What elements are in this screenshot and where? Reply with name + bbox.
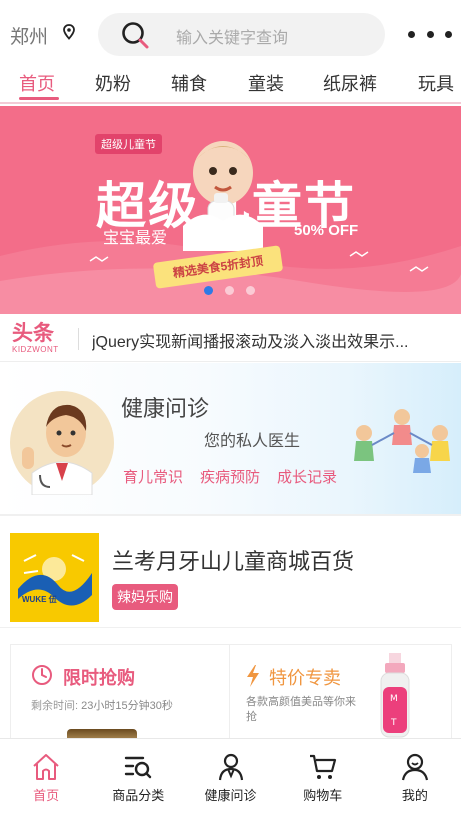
- tab-baby-food[interactable]: 辅食: [171, 70, 207, 96]
- category-icon: [125, 756, 152, 779]
- city-selector[interactable]: 郑州: [10, 22, 48, 49]
- bottom-nav: 首页 商品分类 健康问诊 购物车 我的: [0, 738, 461, 818]
- doctor-illustration: [10, 391, 114, 495]
- category-tabs: 首页 奶粉 辅食 童装 纸尿裤 玩具: [0, 66, 461, 104]
- clock-icon: [32, 665, 52, 685]
- nav-health[interactable]: 健康问诊: [184, 739, 276, 818]
- home-icon: [33, 754, 59, 780]
- parenting-tips-link[interactable]: 育儿常识: [123, 466, 183, 487]
- store-logo-graphic: [18, 554, 92, 606]
- promo-banner[interactable]: 超级儿童节 超级儿童节 宝宝最爱 50% OFF 精选美食5折封顶: [0, 106, 461, 314]
- store-logo-text: WUKE 伍: [22, 595, 57, 604]
- carousel-dot[interactable]: [225, 286, 234, 295]
- carousel-dots: [204, 286, 255, 295]
- store-logo: WUKE 伍: [10, 533, 99, 622]
- store-name[interactable]: 兰考月牙山儿童商城百货: [112, 544, 354, 576]
- promo-section: 限时抢购 剩余时间: 23小时15分钟30秒 特价专卖 各款高颜值美品等你来抢 …: [10, 644, 452, 745]
- top-header: 郑州 输入关键字查询: [0, 0, 461, 66]
- flash-sale-title[interactable]: 限时抢购: [63, 664, 135, 690]
- more-dots-icon[interactable]: [408, 28, 452, 40]
- kids-illustration: [354, 409, 450, 473]
- countdown-label: 剩余时间:: [31, 700, 79, 712]
- countdown-value: 23小时15分钟30秒: [81, 700, 173, 712]
- doctor-icon: [218, 753, 243, 781]
- promo-divider: [229, 645, 230, 745]
- nav-profile[interactable]: 我的: [369, 739, 461, 818]
- health-links: 育儿常识 疾病预防 成长记录: [123, 466, 337, 487]
- banner-subtitle: 宝宝最爱: [103, 230, 168, 247]
- nav-profile-label: 我的: [401, 788, 428, 803]
- nav-category[interactable]: 商品分类: [92, 739, 184, 818]
- search-bar[interactable]: 输入关键字查询: [98, 13, 385, 56]
- ticker-divider: [78, 328, 79, 350]
- news-ticker: 头条 KIDZWONT jQuery实现新闻播报滚动及淡入淡出效果示...: [0, 316, 461, 362]
- banner-tag: 超级儿童节: [95, 134, 162, 154]
- tab-home[interactable]: 首页: [19, 70, 55, 96]
- headline-logo-sub: KIDZWONT: [12, 345, 59, 354]
- nav-home-label: 首页: [33, 788, 60, 803]
- user-icon: [401, 753, 428, 781]
- nav-cart-label: 购物车: [303, 788, 343, 803]
- health-title: 健康问诊: [121, 396, 210, 421]
- svg-text:M: M: [390, 694, 398, 704]
- cart-icon: [309, 754, 336, 779]
- nav-category-label: 商品分类: [112, 788, 165, 803]
- nav-health-label: 健康问诊: [204, 788, 257, 803]
- location-pin-icon[interactable]: [62, 24, 76, 40]
- search-input[interactable]: 输入关键字查询: [176, 24, 288, 48]
- tab-toys[interactable]: 玩具: [418, 70, 454, 96]
- store-tag-badge: 辣妈乐购: [112, 584, 178, 610]
- news-headline-link[interactable]: jQuery实现新闻播报滚动及淡入淡出效果示...: [92, 328, 447, 352]
- flash-countdown: 剩余时间: 23小时15分钟30秒: [31, 697, 173, 713]
- baby-bottle-image[interactable]: M T: [371, 651, 419, 739]
- special-sale-desc: 各款高颜值美品等你来抢: [246, 696, 356, 723]
- lightning-icon: [247, 665, 259, 687]
- disease-prevention-link[interactable]: 疾病预防: [200, 466, 260, 487]
- tab-diapers[interactable]: 纸尿裤: [323, 70, 377, 96]
- store-card[interactable]: WUKE 伍 兰考月牙山儿童商城百货 辣妈乐购: [0, 518, 461, 628]
- baby-image: [183, 141, 263, 251]
- health-consult-banner[interactable]: 健康问诊 您的私人医生 育儿常识 疾病预防 成长记录: [0, 363, 461, 516]
- banner-discount: 50% OFF: [294, 222, 359, 239]
- active-tab-indicator: [19, 97, 59, 100]
- special-sale-title[interactable]: 特价专卖: [269, 664, 341, 690]
- svg-text:T: T: [390, 718, 397, 728]
- carousel-dot[interactable]: [246, 286, 255, 295]
- health-subtitle: 您的私人医生: [204, 433, 301, 450]
- nav-home[interactable]: 首页: [0, 739, 92, 818]
- tab-kids-clothing[interactable]: 童装: [248, 70, 284, 96]
- tab-milk-powder[interactable]: 奶粉: [95, 70, 131, 96]
- carousel-dot[interactable]: [204, 286, 213, 295]
- search-icon[interactable]: [120, 20, 150, 50]
- headline-logo: 头条 KIDZWONT: [12, 322, 68, 355]
- headline-logo-text: 头条: [12, 322, 54, 345]
- nav-cart[interactable]: 购物车: [277, 739, 369, 818]
- growth-record-link[interactable]: 成长记录: [277, 466, 337, 487]
